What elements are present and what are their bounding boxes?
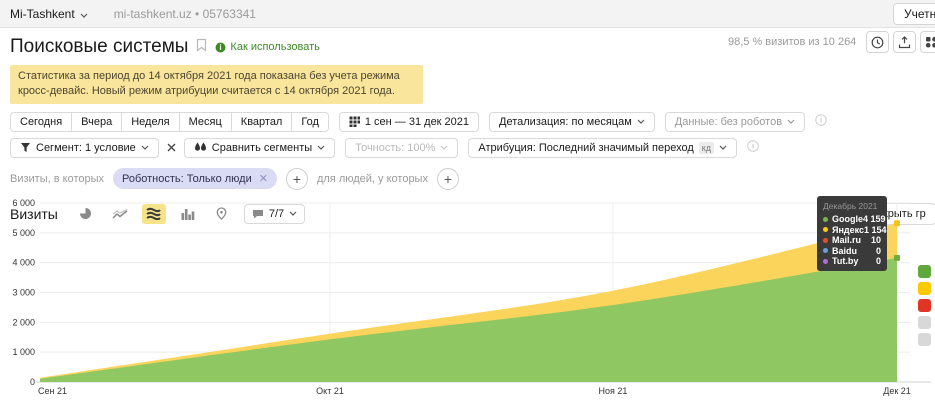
legend-swatch-baidu[interactable] bbox=[918, 316, 931, 329]
svg-text:Сен 21: Сен 21 bbox=[38, 386, 67, 396]
visits-filter-label: Визиты, в которых bbox=[10, 173, 104, 185]
add-user-filter-button[interactable]: + bbox=[437, 168, 459, 190]
chevron-down-icon bbox=[440, 145, 448, 150]
close-icon bbox=[167, 143, 176, 152]
legend-swatch-яндекс[interactable] bbox=[918, 282, 931, 295]
remove-filter-icon[interactable]: ✕ bbox=[259, 172, 268, 185]
how-to-use-link[interactable]: i Как использовать bbox=[215, 41, 319, 53]
chevron-down-icon bbox=[787, 119, 795, 124]
compare-segments-icon bbox=[194, 142, 207, 153]
svg-text:3 000: 3 000 bbox=[12, 288, 35, 298]
visits-share-text: 98,5 % визитов из 10 264 bbox=[728, 36, 856, 48]
legend-swatch-tut.by[interactable] bbox=[918, 333, 931, 346]
date-range-button[interactable]: 1 сен — 31 дек 2021 bbox=[339, 112, 479, 132]
legend-swatch-google[interactable] bbox=[918, 265, 931, 278]
accuracy-dropdown[interactable]: Точность: 100% bbox=[345, 138, 458, 158]
widgets-icon bbox=[925, 36, 935, 49]
svg-text:Дек 21: Дек 21 bbox=[883, 386, 911, 396]
page-title: Поисковые системы bbox=[10, 36, 188, 58]
users-filter-label: для людей, у которых bbox=[317, 173, 428, 185]
tooltip-row: Яндекс1 154 bbox=[823, 225, 881, 236]
chevron-down-icon bbox=[317, 145, 325, 150]
export-button[interactable] bbox=[893, 31, 916, 53]
svg-text:5 000: 5 000 bbox=[12, 228, 35, 238]
svg-text:2 000: 2 000 bbox=[12, 317, 35, 327]
tooltip-row: Tut.by0 bbox=[823, 256, 881, 267]
clear-segment-button[interactable] bbox=[167, 143, 176, 152]
svg-text:0: 0 bbox=[30, 377, 35, 387]
widgets-button[interactable] bbox=[920, 31, 935, 53]
data-mode-dropdown[interactable]: Данные: без роботов bbox=[665, 112, 805, 132]
cross-device-warning-banner: Статистика за период до 14 октября 2021 … bbox=[10, 65, 423, 104]
calendar-icon bbox=[349, 116, 360, 127]
svg-text:4 000: 4 000 bbox=[12, 258, 35, 268]
period-presets: СегодняВчераНеделяМесяцКварталГод bbox=[10, 112, 329, 132]
segment-dropdown[interactable]: Сегмент: 1 условие bbox=[10, 138, 159, 158]
svg-text:i: i bbox=[220, 43, 222, 52]
chart-tooltip: Декабрь 2021 Google4 159Яндекс1 154Mail.… bbox=[817, 196, 887, 271]
counter-name: Mi-Tashkent bbox=[10, 7, 75, 21]
chart-legend bbox=[918, 265, 931, 346]
period-preset-button-2[interactable]: Неделя bbox=[121, 112, 179, 132]
chevron-down-icon bbox=[637, 119, 645, 124]
svg-text:1 000: 1 000 bbox=[12, 347, 35, 357]
add-visit-filter-button[interactable]: + bbox=[286, 168, 308, 190]
tooltip-row: Google4 159 bbox=[823, 214, 881, 225]
topbar: Mi-Tashkent mi-tashkent.uz • 05763341 Уч… bbox=[0, 0, 935, 28]
export-icon bbox=[898, 36, 911, 49]
svg-text:Окт 21: Окт 21 bbox=[316, 386, 344, 396]
account-button[interactable]: Учетная з bbox=[893, 3, 935, 25]
compare-segments-dropdown[interactable]: Сравнить сегменты bbox=[184, 138, 335, 158]
tooltip-row: Mail.ru10 bbox=[823, 235, 881, 246]
filters-row: Визиты, в которых Роботность: Только люд… bbox=[10, 168, 925, 190]
svg-text:i: i bbox=[752, 141, 754, 150]
svg-text:i: i bbox=[820, 115, 822, 124]
attribution-dropdown[interactable]: Атрибуция: Последний значимый переход кд bbox=[468, 138, 737, 158]
clock-icon bbox=[871, 36, 884, 49]
period-preset-button-5[interactable]: Год bbox=[291, 112, 329, 132]
visits-chart: 0 1 000 2 000 3 000 4 000 5 000 6 000 Сен 21 Окт… bbox=[0, 195, 935, 402]
period-preset-button-1[interactable]: Вчера bbox=[71, 112, 122, 132]
metrika-search-engines-report: Mi-Tashkent mi-tashkent.uz • 05763341 Уч… bbox=[0, 0, 935, 402]
info-green-icon: i bbox=[215, 42, 226, 53]
bookmark-icon[interactable] bbox=[196, 38, 207, 57]
chevron-down-icon bbox=[719, 145, 727, 150]
period-preset-button-0[interactable]: Сегодня bbox=[10, 112, 72, 132]
info-icon[interactable]: i bbox=[747, 139, 759, 157]
attribution-badge: кд bbox=[699, 142, 714, 154]
chevron-down-icon bbox=[80, 7, 88, 21]
detalization-dropdown[interactable]: Детализация: по месяцам bbox=[489, 112, 655, 132]
stacked-area-chart[interactable]: 0 1 000 2 000 3 000 4 000 5 000 6 000 Сен 21 Окт… bbox=[0, 195, 935, 402]
svg-text:6 000: 6 000 bbox=[12, 198, 35, 208]
period-row: СегодняВчераНеделяМесяцКварталГод 1 сен … bbox=[10, 112, 925, 132]
counter-switcher[interactable]: Mi-Tashkent bbox=[10, 7, 88, 21]
svg-text:Ноя 21: Ноя 21 bbox=[599, 386, 628, 396]
tooltip-title: Декабрь 2021 bbox=[823, 201, 881, 211]
history-button[interactable] bbox=[866, 31, 889, 53]
header-actions: 98,5 % визитов из 10 264 Сохранить отч bbox=[728, 31, 935, 53]
tooltip-row: Baidu0 bbox=[823, 246, 881, 257]
period-preset-button-4[interactable]: Квартал bbox=[231, 112, 293, 132]
robots-filter-chip[interactable]: Роботность: Только люди ✕ bbox=[113, 168, 277, 189]
info-icon[interactable]: i bbox=[815, 113, 827, 131]
period-preset-button-3[interactable]: Месяц bbox=[179, 112, 232, 132]
legend-swatch-mail.ru[interactable] bbox=[918, 299, 931, 312]
segments-row: Сегмент: 1 условие Сравнить сегменты Точ… bbox=[10, 138, 925, 158]
site-and-counter-id: mi-tashkent.uz • 05763341 bbox=[114, 7, 256, 21]
funnel-icon bbox=[20, 142, 31, 153]
chevron-down-icon bbox=[141, 145, 149, 150]
